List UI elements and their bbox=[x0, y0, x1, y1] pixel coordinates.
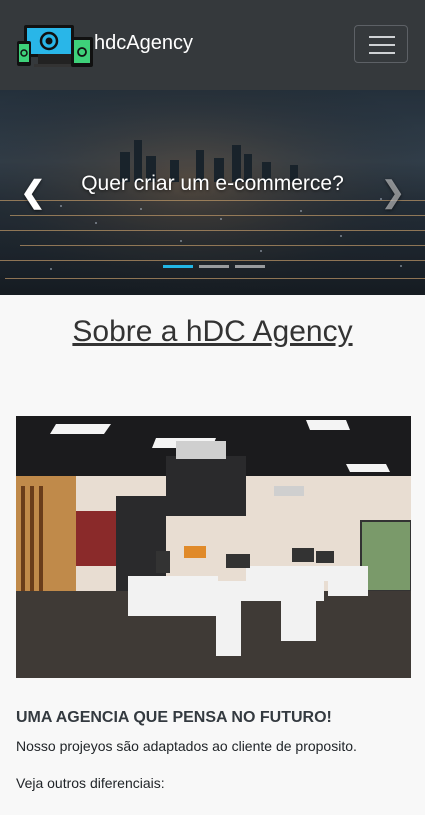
navbar-toggle-button[interactable] bbox=[354, 25, 408, 63]
carousel-indicator[interactable] bbox=[235, 265, 265, 268]
carousel-prev-button[interactable]: ❮ bbox=[18, 174, 48, 214]
devices-logo-icon bbox=[17, 25, 93, 67]
navbar: hdcAgency bbox=[0, 0, 425, 90]
about-text-secondary: Veja outros diferenciais: bbox=[16, 775, 165, 791]
about-title: Sobre a hDC Agency bbox=[72, 315, 353, 348]
hamburger-line bbox=[369, 44, 395, 46]
slide-caption: Quer criar um e-commerce? bbox=[81, 172, 344, 195]
about-headline: UMA AGENCIA QUE PENSA NO FUTURO! bbox=[16, 709, 332, 726]
brand-name[interactable]: hdcAgency bbox=[94, 32, 193, 55]
hamburger-line bbox=[369, 52, 395, 54]
office-photo bbox=[16, 416, 411, 678]
brand-link[interactable]: hdcAgency bbox=[16, 24, 193, 68]
carousel-indicator[interactable] bbox=[199, 265, 229, 268]
carousel-next-button[interactable]: ❯ bbox=[378, 174, 408, 214]
chevron-left-icon: ❮ bbox=[20, 176, 46, 209]
carousel-indicator[interactable] bbox=[163, 265, 193, 268]
about-text: Nosso projeyos são adaptados ao cliente … bbox=[16, 738, 357, 754]
carousel-indicators bbox=[163, 265, 265, 268]
hero-carousel: Quer criar um e-commerce? ❮ ❯ bbox=[0, 90, 425, 295]
hamburger-menu-icon bbox=[369, 36, 395, 38]
chevron-right-icon: ❯ bbox=[380, 176, 406, 209]
